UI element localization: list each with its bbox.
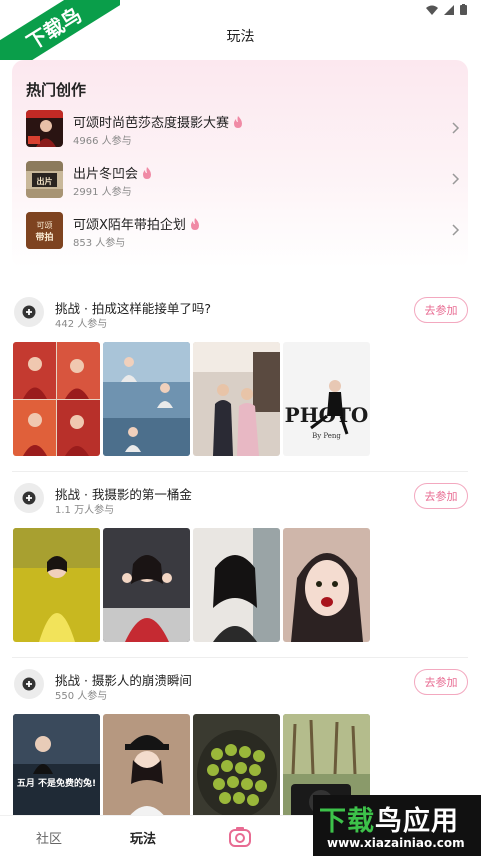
hot-item-count: 853 人参与 bbox=[73, 238, 126, 249]
hot-item-name: 出片冬凹会 bbox=[73, 163, 152, 182]
challenge-section: 挑战 · 拍成这样能接单了吗? 442 人参与 去参加 PHOTO By Peng bbox=[0, 297, 481, 475]
meme-text: 五月 不是免费的兔! bbox=[17, 777, 96, 789]
hot-item-thumbnail: 可颂 带拍 bbox=[26, 212, 63, 249]
join-button[interactable]: 去参加 bbox=[414, 483, 468, 509]
chevron-right-icon bbox=[452, 173, 460, 185]
watermark-brand: 下载鸟应用 bbox=[319, 806, 459, 837]
signal-icon bbox=[444, 4, 454, 15]
wifi-icon bbox=[426, 5, 438, 15]
photo-thumbnail[interactable] bbox=[13, 528, 100, 642]
hot-item[interactable]: 出片 出片冬凹会 2991 人参与 bbox=[26, 161, 462, 201]
hot-item[interactable]: 可颂 带拍 可颂X陌年带拍企划 853 人参与 bbox=[26, 212, 462, 252]
photo-thumbnail[interactable]: PHOTO By Peng bbox=[283, 342, 370, 456]
hot-item-count: 4966 人参与 bbox=[73, 136, 132, 147]
svg-text:可颂: 可颂 bbox=[37, 221, 53, 230]
challenge-icon bbox=[22, 677, 36, 691]
flame-icon bbox=[234, 116, 243, 128]
photo-thumbnail[interactable] bbox=[193, 714, 280, 828]
hot-item-thumbnail: 出片 bbox=[26, 161, 63, 198]
challenge-avatar bbox=[14, 669, 44, 699]
hot-creations-title: 热门创作 bbox=[26, 81, 87, 99]
divider bbox=[12, 657, 468, 658]
hot-item-count: 2991 人参与 bbox=[73, 187, 132, 198]
join-button[interactable]: 去参加 bbox=[414, 669, 468, 695]
challenge-icon bbox=[22, 305, 36, 319]
challenge-icon bbox=[22, 491, 36, 505]
flame-icon bbox=[190, 218, 199, 230]
chevron-right-icon bbox=[452, 224, 460, 236]
challenge-avatar bbox=[14, 297, 44, 327]
challenge-count: 550 人参与 bbox=[55, 691, 108, 702]
hot-creations-card: 热门创作 可颂时尚芭莎态度摄影大赛 4966 人参与 出片 出片冬凹会 2991… bbox=[12, 60, 468, 268]
chevron-right-icon bbox=[452, 122, 460, 134]
hot-item-thumbnail bbox=[26, 110, 63, 147]
battery-icon bbox=[460, 4, 467, 15]
photo-thumbnail[interactable] bbox=[103, 714, 190, 828]
hot-item-name: 可颂时尚芭莎态度摄影大赛 bbox=[73, 112, 243, 131]
photo-thumbnail[interactable] bbox=[283, 528, 370, 642]
photo-thumbnail[interactable] bbox=[103, 342, 190, 456]
page-title: 玩法 bbox=[226, 29, 255, 45]
divider bbox=[12, 471, 468, 472]
svg-text:带拍: 带拍 bbox=[35, 231, 53, 243]
challenge-count: 442 人参与 bbox=[55, 319, 108, 330]
watermark-url: www.xiazainiao.com bbox=[327, 836, 465, 850]
challenge-section: 挑战 · 我摄影的第一桶金 1.1 万人参与 去参加 bbox=[0, 483, 481, 661]
photo-thumbnail[interactable] bbox=[13, 342, 100, 456]
watermark-banner: 下载鸟应用 www.xiazainiao.com bbox=[313, 795, 481, 856]
photo-thumbnail[interactable] bbox=[193, 528, 280, 642]
svg-text:出片: 出片 bbox=[37, 176, 53, 186]
join-button[interactable]: 去参加 bbox=[414, 297, 468, 323]
photo-thumbnail[interactable]: 五月 不是免费的兔! bbox=[13, 714, 100, 828]
photo-thumbnail[interactable] bbox=[193, 342, 280, 456]
camera-icon[interactable] bbox=[228, 825, 252, 849]
nav-play[interactable]: 玩法 bbox=[130, 828, 156, 847]
nav-community[interactable]: 社区 bbox=[36, 828, 62, 847]
photo-text: PHOTO bbox=[285, 403, 369, 427]
hot-item-name: 可颂X陌年带拍企划 bbox=[73, 214, 200, 233]
challenge-count: 1.1 万人参与 bbox=[55, 505, 115, 516]
photo-byline: By Peng bbox=[312, 432, 341, 440]
hot-item[interactable]: 可颂时尚芭莎态度摄影大赛 4966 人参与 bbox=[26, 110, 462, 150]
photo-thumbnail[interactable] bbox=[103, 528, 190, 642]
flame-icon bbox=[143, 167, 152, 179]
challenge-avatar bbox=[14, 483, 44, 513]
